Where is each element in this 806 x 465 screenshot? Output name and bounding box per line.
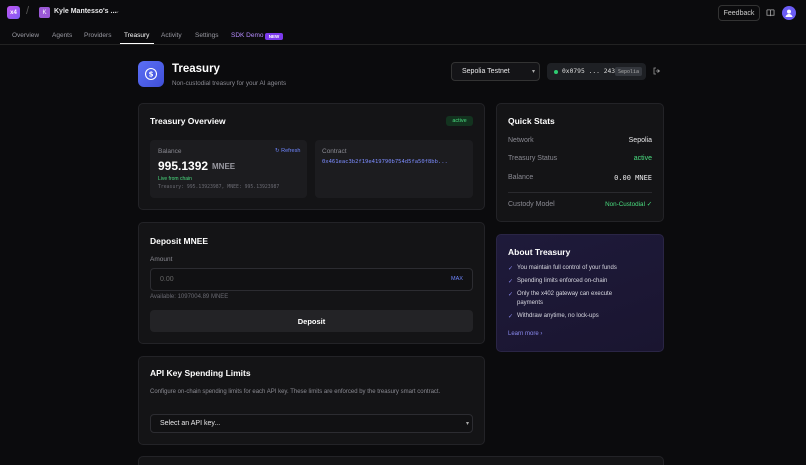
qs-network-label: Network [508, 137, 534, 144]
balance-unit: MNEE [212, 162, 236, 171]
network-select-value: Sepolia Testnet [462, 68, 510, 75]
api-limits-title: API Key Spending Limits [150, 368, 251, 378]
tab-providers[interactable]: Providers [84, 32, 111, 39]
amount-label: Amount [150, 256, 173, 263]
api-key-select-value: Select an API key... [160, 420, 221, 427]
tab-overview[interactable]: Overview [12, 32, 39, 39]
chevron-right-icon: › [540, 331, 543, 337]
overview-title: Treasury Overview [150, 116, 226, 126]
qs-balance-label: Balance [508, 174, 534, 181]
api-key-select[interactable]: Select an API key... ▾ [150, 414, 473, 433]
max-button[interactable]: MAX [451, 276, 463, 282]
page-title: Treasury [172, 63, 220, 75]
learn-more-link[interactable]: Learn more › [508, 331, 542, 337]
top-bar: x4 / K Kyle Mantesso's ... ⌄ Feedback [0, 0, 806, 27]
qs-status-label: Treasury Status [508, 155, 558, 162]
feedback-button[interactable]: Feedback [718, 5, 760, 21]
about-item: Spending limits enforced on-chain [517, 278, 608, 284]
svg-text:$: $ [149, 71, 154, 79]
about-item: Only the x402 gateway can execute [517, 291, 613, 297]
balance-value: 995.1392 [158, 159, 209, 173]
balance-label: Balance [158, 148, 182, 155]
about-item: You maintain full control of your funds [517, 265, 617, 271]
refresh-label: Refresh [281, 148, 301, 154]
about-item: Withdraw anytime, no lock-ups [517, 313, 599, 319]
breadcrumb-separator: / [26, 5, 30, 17]
deposit-title: Deposit MNEE [150, 236, 209, 246]
main-nav: Overview Agents Providers Treasury Activ… [0, 27, 806, 45]
about-item-continued: payments [517, 300, 544, 306]
logout-icon[interactable] [653, 67, 661, 75]
user-icon [785, 9, 793, 17]
learn-more-label: Learn more [508, 331, 539, 337]
check-icon: ✓ [508, 279, 514, 285]
tab-treasury[interactable]: Treasury [124, 32, 149, 39]
contract-address-link[interactable]: 0x461eac3b2f19e419790b754d5fa50f8bb... [322, 159, 468, 165]
check-icon: ✓ [508, 292, 514, 298]
qs-balance-value: 0.00 MNEE [614, 174, 652, 182]
wallet-address: 0x0795 ... 2433 [562, 68, 619, 75]
chevron-down-icon: ▾ [531, 69, 535, 75]
tab-settings[interactable]: Settings [195, 32, 219, 39]
tab-sdk-demo[interactable]: SDK Demo [231, 32, 264, 39]
about-title: About Treasury [508, 247, 571, 257]
qs-custody-value: Non-Custodial ✓ [605, 201, 652, 208]
tab-activity[interactable]: Activity [161, 32, 182, 39]
qs-custody-label: Custody Model [508, 201, 555, 208]
network-select[interactable]: Sepolia Testnet ▾ [451, 62, 540, 81]
new-badge: NEW [265, 33, 283, 40]
qs-status-value: active [633, 155, 652, 162]
wallet-chip[interactable]: 0x0795 ... 2433 Sepolia [547, 63, 646, 80]
treasury-icon: $ [138, 61, 164, 87]
active-tab-indicator [120, 43, 154, 44]
user-avatar[interactable] [782, 6, 796, 20]
contract-label: Contract [322, 148, 347, 155]
qs-network-value: Sepolia [628, 137, 652, 144]
tab-agents[interactable]: Agents [52, 32, 72, 39]
live-indicator: Live from chain [158, 176, 192, 182]
divider [508, 192, 652, 193]
docs-icon[interactable] [766, 9, 775, 17]
amount-input[interactable]: 0.00 [150, 268, 473, 291]
deposit-button[interactable]: Deposit [150, 310, 473, 332]
amount-placeholder: 0.00 [160, 276, 174, 283]
chevron-down-icon[interactable]: ⌄ [114, 7, 120, 15]
connected-dot-icon [554, 69, 558, 74]
check-icon: ✓ [508, 266, 514, 272]
org-avatar[interactable]: K [39, 7, 50, 18]
chevron-down-icon: ▾ [465, 421, 469, 427]
wallet-network-tag: Sepolia [615, 67, 643, 76]
check-icon: ✓ [508, 314, 514, 320]
api-limits-description: Configure on-chain spending limits for e… [150, 389, 441, 395]
quick-stats-title: Quick Stats [508, 116, 555, 126]
next-card [138, 456, 664, 465]
app-logo[interactable]: x4 [7, 6, 20, 19]
org-switcher[interactable]: Kyle Mantesso's ... [54, 8, 116, 15]
refresh-button[interactable]: ↻ Refresh [275, 148, 300, 154]
status-badge: active [446, 116, 473, 126]
page-subtitle: Non-custodial treasury for your AI agent… [172, 80, 287, 87]
available-balance: Available: 1097004.89 MNEE [150, 294, 229, 300]
balance-detail: Treasury: 995.13923987, MNEE: 995.139239… [158, 185, 280, 190]
